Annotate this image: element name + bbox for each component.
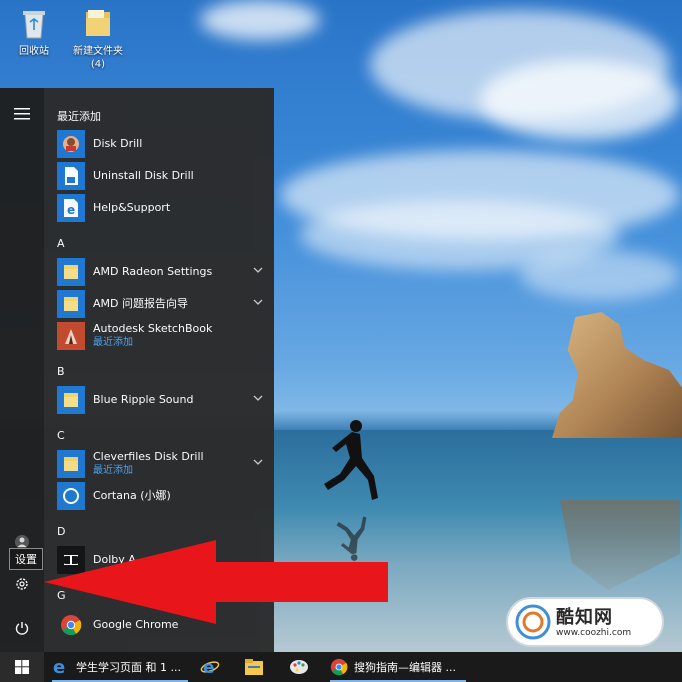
runner-silhouette — [324, 420, 378, 500]
folder-icon — [64, 265, 78, 279]
app-name: Cortana (小娜) — [93, 489, 171, 502]
folder-icon — [64, 457, 78, 471]
start-button[interactable] — [0, 652, 44, 682]
taskbar: e 学生学习页面 和 1 ... e 搜狗指南—编辑器 ... — [0, 652, 682, 682]
desktop-icon-recycle-bin[interactable]: 回收站 — [4, 8, 64, 58]
app-name: Autodesk SketchBook — [93, 322, 213, 335]
taskbar-item-label: 搜狗指南—编辑器 ... — [354, 661, 456, 674]
sketchbook-icon — [65, 329, 77, 344]
desktop-icon-label: 回收站 — [19, 46, 49, 57]
watermark-title: 酷知网 — [556, 607, 613, 628]
app-name: Uninstall Disk Drill — [93, 169, 194, 182]
red-arrow-annotation — [44, 540, 388, 624]
watermark-url: www.coozhi.com — [556, 628, 632, 638]
app-autodesk-sketchbook[interactable]: Autodesk SketchBook 最近添加 — [57, 321, 269, 351]
app-disk-drill[interactable]: Disk Drill — [57, 129, 269, 159]
cortana-icon — [63, 488, 79, 504]
uninstall-icon — [65, 167, 78, 185]
section-header-c[interactable]: C — [57, 429, 65, 442]
folder-icon — [64, 297, 78, 311]
sea-rock — [552, 312, 682, 438]
folder-icon — [86, 10, 110, 36]
hamburger-icon — [14, 108, 30, 120]
expand-menu-button[interactable] — [0, 94, 44, 134]
app-uninstall-disk-drill[interactable]: Uninstall Disk Drill — [57, 161, 269, 191]
chrome-icon — [330, 658, 348, 676]
app-amd-radeon-settings[interactable]: AMD Radeon Settings — [57, 257, 269, 287]
folder-icon — [64, 393, 78, 407]
app-help-support[interactable]: e Help&Support — [57, 193, 269, 223]
section-header-recent: 最近添加 — [57, 110, 101, 123]
recently-added-label: 最近添加 — [93, 337, 133, 348]
disk-drill-icon — [63, 136, 79, 152]
windows-logo-icon — [15, 660, 29, 674]
app-name: Disk Drill — [93, 137, 143, 150]
app-cleverfiles-disk-drill[interactable]: Cleverfiles Disk Drill 最近添加 — [57, 449, 269, 479]
recently-added-label: 最近添加 — [93, 465, 133, 476]
chevron-down-icon[interactable] — [253, 457, 263, 467]
taskbar-item-paint[interactable] — [288, 652, 312, 682]
desktop-icon-new-folder[interactable]: 新建文件夹 (4) — [68, 8, 128, 71]
taskbar-item-file-explorer[interactable] — [244, 652, 268, 682]
section-header-a[interactable]: A — [57, 237, 65, 250]
app-name: Blue Ripple Sound — [93, 393, 194, 406]
svg-text:e: e — [53, 658, 65, 676]
taskbar-item-chrome[interactable]: 搜狗指南—编辑器 ... — [330, 652, 466, 682]
power-button[interactable] — [0, 608, 44, 648]
gear-icon — [16, 578, 28, 590]
edge-icon: e — [53, 658, 65, 676]
power-icon — [15, 622, 29, 635]
app-name: Cleverfiles Disk Drill — [93, 450, 204, 463]
app-blue-ripple-sound[interactable]: Blue Ripple Sound — [57, 385, 269, 415]
recycle-bin-icon — [23, 11, 45, 39]
app-name: AMD Radeon Settings — [93, 265, 213, 278]
desktop-icon-label: 新建文件夹 (4) — [73, 46, 123, 70]
taskbar-item-label: 学生学习页面 和 1 ... — [76, 661, 181, 674]
help-icon: e — [64, 199, 78, 217]
settings-button[interactable] — [0, 564, 44, 604]
chevron-down-icon[interactable] — [253, 265, 263, 275]
chevron-down-icon[interactable] — [253, 297, 263, 307]
internet-explorer-icon: e — [200, 658, 220, 677]
app-cortana[interactable]: Cortana (小娜) — [57, 481, 269, 511]
settings-tooltip: 设置 — [9, 548, 43, 570]
file-explorer-icon — [245, 659, 263, 675]
app-name: Help&Support — [93, 201, 171, 214]
svg-text:e: e — [203, 658, 215, 677]
chevron-down-icon[interactable] — [253, 393, 263, 403]
section-header-d[interactable]: D — [57, 525, 65, 538]
app-amd-problem-report[interactable]: AMD 问题报告向导 — [57, 289, 269, 319]
section-header-b[interactable]: B — [57, 365, 65, 378]
app-name: AMD 问题报告向导 — [93, 297, 188, 310]
paint-palette-icon — [290, 660, 308, 674]
taskbar-item-edge-browser[interactable]: e 学生学习页面 和 1 ... — [52, 652, 188, 682]
svg-text:e: e — [67, 203, 75, 217]
taskbar-item-ie[interactable]: e — [200, 652, 224, 682]
